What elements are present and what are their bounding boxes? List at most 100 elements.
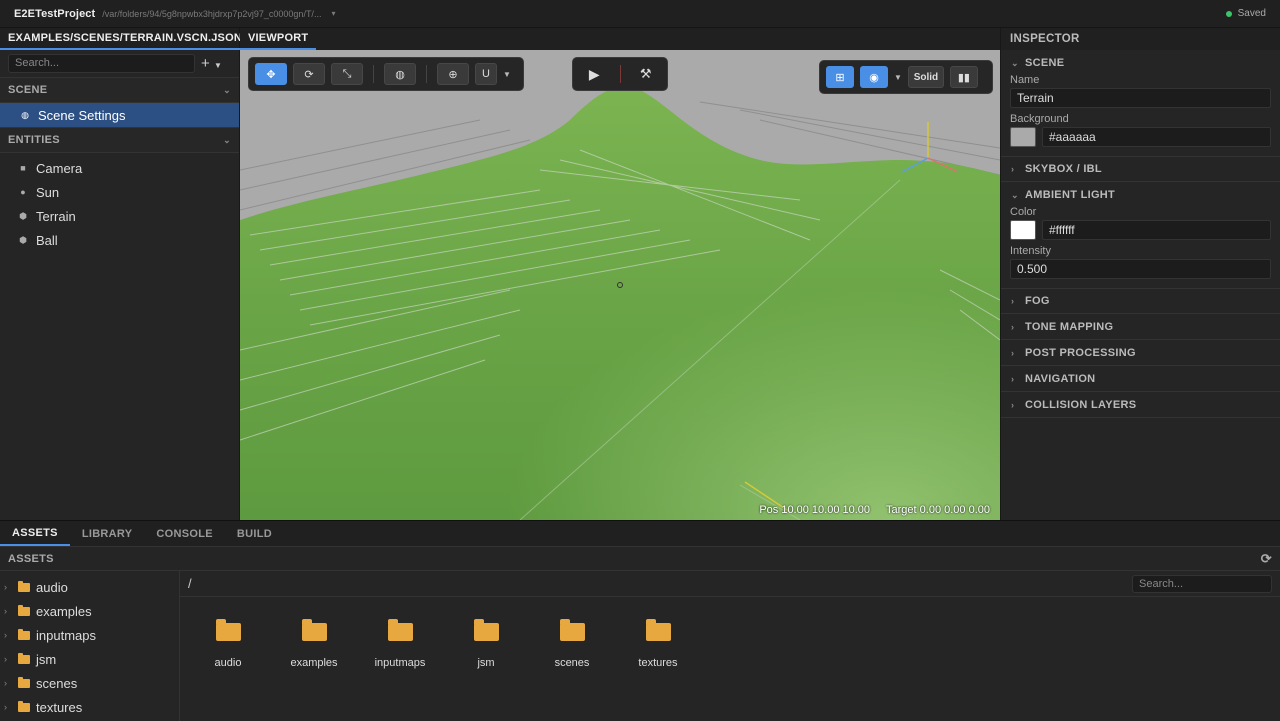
snap-button[interactable]: U xyxy=(475,63,497,85)
folder-tree-item[interactable]: › jsm xyxy=(0,647,179,671)
asset-search-input[interactable]: Search... xyxy=(1132,574,1272,593)
chevron-right-icon: › xyxy=(4,630,7,640)
chevron-down-icon: ⌄ xyxy=(1011,189,1019,200)
folder-tree-item[interactable]: › examples xyxy=(0,599,179,623)
mesh-icon: ⬢ xyxy=(19,234,27,245)
folder-tree-item[interactable]: › audio xyxy=(0,575,179,599)
entity-terrain[interactable]: ⬢ Terrain xyxy=(0,204,239,228)
tile-label: textures xyxy=(638,657,678,669)
color-label: Color xyxy=(1010,206,1037,218)
asset-folder-tile[interactable]: examples xyxy=(271,619,357,669)
fog-section[interactable]: › FOG xyxy=(1001,288,1280,314)
entity-label: Camera xyxy=(36,160,83,176)
chevron-right-icon: › xyxy=(4,678,7,688)
pivot-button[interactable]: ⊕ xyxy=(437,63,469,85)
collision-layers-section[interactable]: › COLLISION LAYERS xyxy=(1001,392,1280,418)
play-toolbar: ▶ ⚒ xyxy=(572,57,668,91)
chevron-right-icon: › xyxy=(1011,373,1015,384)
scene-section-header[interactable]: SCENE ⌄ xyxy=(0,77,239,103)
folder-label: inputmaps xyxy=(36,627,96,643)
chevron-right-icon: › xyxy=(1011,399,1015,410)
asset-folder-tile[interactable]: textures xyxy=(615,619,701,669)
light-icon: ● xyxy=(20,187,26,197)
entity-label: Terrain xyxy=(36,208,76,224)
world-space-button[interactable]: ◍ xyxy=(384,63,416,85)
scene-panel: EXAMPLES/SCENES/TERRAIN.VSCN.JSON Search… xyxy=(0,28,250,520)
asset-folder-tile[interactable]: jsm xyxy=(443,619,529,669)
build-hammer-icon[interactable]: ⚒ xyxy=(630,63,661,85)
skybox-section[interactable]: › SKYBOX / IBL xyxy=(1001,156,1280,182)
asset-folder-tile[interactable]: inputmaps xyxy=(357,619,443,669)
transform-toolbar: ✥ ⟳ ⤡ ◍ ⊕ U ▼ xyxy=(248,57,524,91)
rotate-tool-button[interactable]: ⟳ xyxy=(293,63,325,85)
folder-tree-item[interactable]: › textures xyxy=(0,695,179,719)
folder-icon xyxy=(387,619,413,641)
folder-icon xyxy=(645,619,671,641)
visibility-dropdown-icon[interactable]: ▼ xyxy=(894,73,902,82)
ambient-color-swatch[interactable] xyxy=(1010,220,1036,240)
play-button[interactable]: ▶ xyxy=(579,63,610,85)
asset-folder-tile[interactable]: scenes xyxy=(529,619,615,669)
navigation-label: NAVIGATION xyxy=(1025,372,1096,385)
folder-label: scenes xyxy=(36,675,78,691)
refresh-icon[interactable]: ⟳ xyxy=(1261,551,1272,567)
chevron-right-icon: › xyxy=(1011,164,1015,174)
viewport-canvas[interactable]: ✥ ⟳ ⤡ ◍ ⊕ U ▼ ▶ ⚒ ⊞ ◉ ▼ Solid ▮▮ Pos 10.… xyxy=(240,50,1000,520)
scene-name-input[interactable]: Terrain xyxy=(1010,88,1271,108)
inspector-title: INSPECTOR xyxy=(1001,28,1280,50)
folder-tree-item[interactable]: › scenes xyxy=(0,671,179,695)
background-color-swatch[interactable] xyxy=(1010,127,1036,147)
tile-label: inputmaps xyxy=(374,657,426,669)
save-status-label: Saved xyxy=(1237,8,1266,19)
viewport-tabs: VIEWPORT xyxy=(240,28,1000,50)
chevron-down-icon: ▼ xyxy=(213,61,222,70)
entity-camera[interactable]: ■ Camera xyxy=(0,156,239,180)
ambient-color-input[interactable]: #ffffff xyxy=(1042,220,1271,240)
tab-build[interactable]: BUILD xyxy=(225,521,284,546)
entities-section-label: ENTITIES xyxy=(8,134,60,146)
navigation-section[interactable]: › NAVIGATION xyxy=(1001,366,1280,392)
add-entity-button[interactable]: + ▼ xyxy=(201,55,231,72)
stats-button[interactable]: ▮▮ xyxy=(949,66,978,88)
folder-icon xyxy=(18,676,30,688)
folder-icon xyxy=(301,619,327,641)
scale-tool-button[interactable]: ⤡ xyxy=(331,63,363,85)
intensity-input[interactable]: 0.500 xyxy=(1010,259,1271,279)
chevron-right-icon: › xyxy=(1011,347,1015,358)
tab-assets[interactable]: ASSETS xyxy=(0,521,70,546)
folder-icon xyxy=(18,700,30,712)
move-tool-button[interactable]: ✥ xyxy=(255,63,287,85)
scene-search-input[interactable]: Search... xyxy=(8,54,195,73)
entities-section-header[interactable]: ENTITIES ⌄ xyxy=(0,127,239,153)
shading-mode-button[interactable]: Solid xyxy=(907,66,944,88)
entity-ball[interactable]: ⬢ Ball xyxy=(0,228,239,252)
breadcrumb-root[interactable]: / xyxy=(188,576,192,591)
path-dropdown-icon[interactable]: ▾ xyxy=(331,9,335,18)
tile-label: examples xyxy=(290,657,338,669)
toolbar-divider xyxy=(373,65,374,83)
scene-settings-item[interactable]: ◍ Scene Settings xyxy=(0,103,239,127)
folder-icon xyxy=(18,652,30,664)
view-toolbar: ⊞ ◉ ▼ Solid ▮▮ xyxy=(819,60,993,94)
tab-library[interactable]: LIBRARY xyxy=(70,521,145,546)
grid-toggle-button[interactable]: ⊞ xyxy=(826,66,854,88)
post-processing-section[interactable]: › POST PROCESSING xyxy=(1001,340,1280,366)
tab-console[interactable]: CONSOLE xyxy=(144,521,225,546)
chevron-right-icon: › xyxy=(1011,321,1015,332)
project-path: /var/folders/94/5g8npwbx3hjdrxp7p2vj97_c… xyxy=(102,8,322,19)
visibility-toggle-button[interactable]: ◉ xyxy=(860,66,888,88)
folder-label: examples xyxy=(36,603,92,619)
tab-scene-file[interactable]: EXAMPLES/SCENES/TERRAIN.VSCN.JSON xyxy=(0,28,250,50)
terrain-render xyxy=(240,50,1000,520)
scene-props-label: SCENE xyxy=(1025,57,1065,69)
tone-mapping-section[interactable]: › TONE MAPPING xyxy=(1001,314,1280,340)
tab-viewport[interactable]: VIEWPORT xyxy=(240,28,317,50)
background-color-input[interactable]: #aaaaaa xyxy=(1042,127,1271,147)
chevron-right-icon: › xyxy=(4,606,7,616)
chevron-right-icon: › xyxy=(1011,296,1015,306)
entity-sun[interactable]: ● Sun xyxy=(0,180,239,204)
snap-dropdown-icon[interactable]: ▼ xyxy=(503,70,511,79)
asset-folder-tile[interactable]: audio xyxy=(185,619,271,669)
folder-tree-item[interactable]: › inputmaps xyxy=(0,623,179,647)
entity-label: Sun xyxy=(36,184,60,200)
